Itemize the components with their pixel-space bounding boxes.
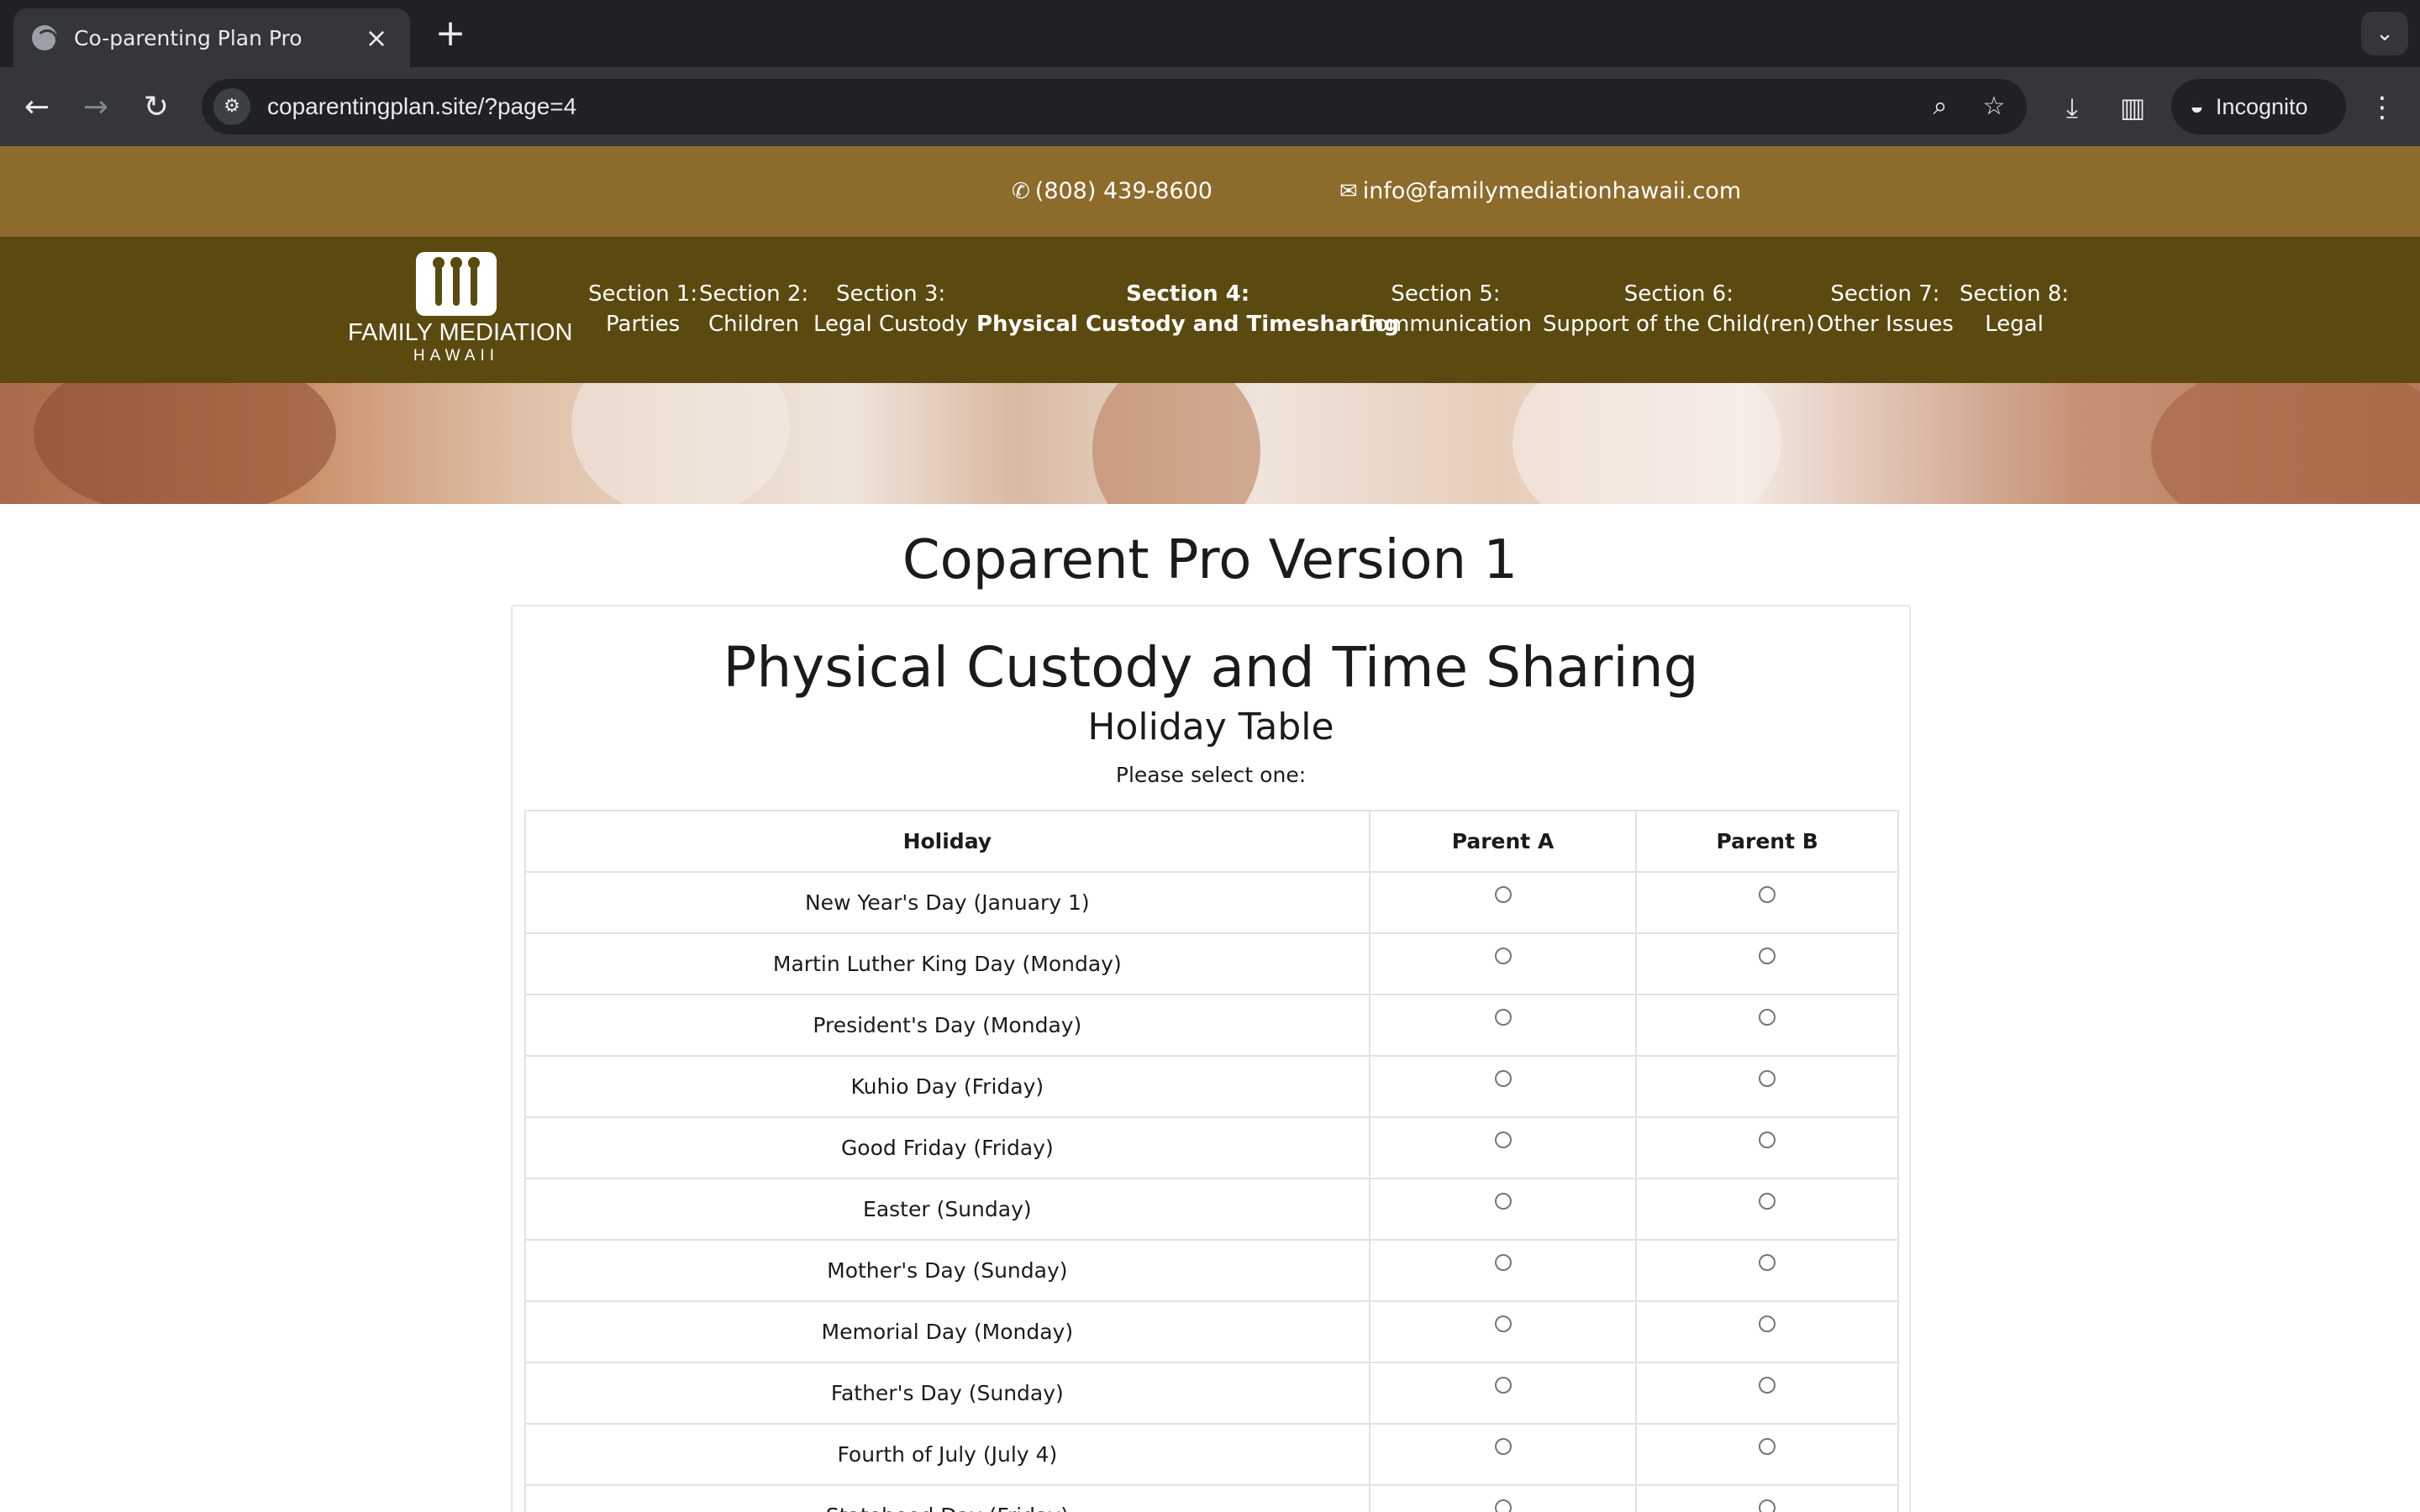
- parent-a-radio[interactable]: [1494, 1193, 1512, 1210]
- contact-bar: ✆ (808) 439-8600 ✉ info@familymediationh…: [0, 146, 2420, 237]
- holiday-name: Memorial Day (Monday): [524, 1300, 1370, 1363]
- phone-icon: ✆: [1012, 178, 1030, 204]
- table-row: Martin Luther King Day (Monday): [524, 932, 1899, 995]
- back-icon[interactable]: ←: [13, 84, 60, 131]
- section-title: Physical Custody and Time Sharing: [723, 635, 1699, 700]
- table-row: Good Friday (Friday): [524, 1116, 1899, 1179]
- nav-section-5[interactable]: Section 5: Communication: [1360, 279, 1532, 339]
- holiday-name: Fourth of July (July 4): [524, 1423, 1370, 1486]
- parent-b-radio[interactable]: [1759, 1315, 1776, 1332]
- parent-b-radio[interactable]: [1759, 948, 1776, 964]
- header-parent-b: Parent B: [1635, 810, 1899, 873]
- site-info-icon[interactable]: ⚙: [213, 88, 250, 125]
- parent-a-radio[interactable]: [1494, 1254, 1512, 1271]
- nav-section-1[interactable]: Section 1: Parties: [588, 279, 697, 339]
- header-holiday: Holiday: [524, 810, 1370, 873]
- holiday-table: Holiday Parent A Parent B New Year's Day…: [524, 810, 1899, 1512]
- incognito-label: Incognito: [2215, 93, 2308, 119]
- logo[interactable]: FAMILY MEDIATION HAWAII: [348, 252, 573, 370]
- logo-line2: HAWAII: [413, 347, 500, 365]
- browser-tabstrip: Co-parenting Plan Pro × + ⌄: [0, 0, 2420, 67]
- phone-link[interactable]: ✆ (808) 439-8600: [1012, 178, 1213, 204]
- incognito-button[interactable]: ◒ Incognito: [2171, 79, 2346, 134]
- kebab-menu-icon[interactable]: ⋮: [2361, 84, 2403, 131]
- email-text: info@familymediationhawaii.com: [1362, 178, 1742, 204]
- holiday-name: Mother's Day (Sunday): [524, 1239, 1370, 1302]
- parent-a-radio[interactable]: [1494, 1131, 1512, 1148]
- holiday-name: President's Day (Monday): [524, 994, 1370, 1057]
- parent-a-radio[interactable]: [1494, 886, 1512, 903]
- nav-section-6[interactable]: Section 6: Support of the Child(ren): [1543, 279, 1815, 339]
- tab-title: Co-parenting Plan Pro: [74, 25, 302, 50]
- star-icon[interactable]: ☆: [1973, 86, 2015, 128]
- table-row: Easter (Sunday): [524, 1178, 1899, 1241]
- envelope-icon: ✉: [1339, 178, 1358, 204]
- holiday-name: Father's Day (Sunday): [524, 1362, 1370, 1425]
- parent-a-radio[interactable]: [1494, 1438, 1512, 1455]
- sidepanel-icon[interactable]: ▥: [2109, 84, 2156, 131]
- parent-b-radio[interactable]: [1759, 1499, 1776, 1512]
- table-subtitle: Holiday Table: [1087, 706, 1334, 748]
- holiday-form-card: Physical Custody and Time Sharing Holida…: [511, 605, 1911, 1512]
- nav-section-2[interactable]: Section 2: Children: [699, 279, 808, 339]
- download-icon[interactable]: ⤓: [2049, 84, 2096, 131]
- parent-a-radio[interactable]: [1494, 1009, 1512, 1026]
- phone-text: (808) 439-8600: [1034, 178, 1213, 204]
- parent-a-radio[interactable]: [1494, 1070, 1512, 1087]
- email-link[interactable]: ✉ info@familymediationhawaii.com: [1339, 178, 1741, 204]
- address-bar[interactable]: ⚙ coparentingplan.site/?page=4 ⌕ ☆: [202, 79, 2027, 134]
- hero-banner-image: [0, 383, 2420, 504]
- parent-b-radio[interactable]: [1759, 1377, 1776, 1394]
- holiday-name: Easter (Sunday): [524, 1178, 1370, 1241]
- family-logo-icon: [416, 252, 497, 316]
- table-row: Kuhio Day (Friday): [524, 1055, 1899, 1118]
- table-row: New Year's Day (January 1): [524, 871, 1899, 934]
- parent-b-radio[interactable]: [1759, 1254, 1776, 1271]
- parent-b-radio[interactable]: [1759, 1193, 1776, 1210]
- parent-a-radio[interactable]: [1494, 1377, 1512, 1394]
- holiday-name: Kuhio Day (Friday): [524, 1055, 1370, 1118]
- nav-section-4[interactable]: Section 4: Physical Custody and Timeshari…: [976, 279, 1399, 339]
- table-row: President's Day (Monday): [524, 994, 1899, 1057]
- close-icon[interactable]: ×: [361, 22, 392, 54]
- nav-section-8[interactable]: Section 8: Legal: [1960, 279, 2069, 339]
- holiday-name: New Year's Day (January 1): [524, 871, 1370, 934]
- parent-b-radio[interactable]: [1759, 886, 1776, 903]
- nav-section-7[interactable]: Section 7: Other Issues: [1817, 279, 1954, 339]
- plus-icon[interactable]: +: [429, 12, 472, 55]
- holiday-name: Statehood Day (Friday): [524, 1484, 1370, 1512]
- parent-b-radio[interactable]: [1759, 1070, 1776, 1087]
- holiday-name: Good Friday (Friday): [524, 1116, 1370, 1179]
- chevron-down-icon[interactable]: ⌄: [2361, 12, 2408, 55]
- table-row: Statehood Day (Friday): [524, 1484, 1899, 1512]
- table-row: Memorial Day (Monday): [524, 1300, 1899, 1363]
- parent-b-radio[interactable]: [1759, 1009, 1776, 1026]
- parent-b-radio[interactable]: [1759, 1438, 1776, 1455]
- header-parent-a: Parent A: [1368, 810, 1638, 873]
- browser-tab[interactable]: Co-parenting Plan Pro ×: [13, 8, 410, 67]
- browser-toolbar: ← → ↻ ⚙ coparentingplan.site/?page=4 ⌕ ☆…: [0, 67, 2420, 146]
- table-row: Fourth of July (July 4): [524, 1423, 1899, 1486]
- table-row: Mother's Day (Sunday): [524, 1239, 1899, 1302]
- parent-a-radio[interactable]: [1494, 948, 1512, 964]
- reload-icon[interactable]: ↻: [133, 84, 180, 131]
- instruction-text: Please select one:: [1115, 763, 1307, 787]
- forward-icon[interactable]: →: [72, 84, 119, 131]
- parent-a-radio[interactable]: [1494, 1499, 1512, 1512]
- main-nav: FAMILY MEDIATION HAWAII Section 1: Partie…: [0, 237, 2420, 383]
- incognito-icon: ◒: [2190, 93, 2204, 119]
- parent-a-radio[interactable]: [1494, 1315, 1512, 1332]
- table-row: Father's Day (Sunday): [524, 1362, 1899, 1425]
- zoom-icon[interactable]: ⌕: [1919, 86, 1961, 128]
- parent-b-radio[interactable]: [1759, 1131, 1776, 1148]
- table-header-row: Holiday Parent A Parent B: [524, 810, 1899, 873]
- nav-section-3[interactable]: Section 3: Legal Custody: [813, 279, 968, 339]
- url-text[interactable]: coparentingplan.site/?page=4: [267, 93, 1919, 120]
- holiday-name: Martin Luther King Day (Monday): [524, 932, 1370, 995]
- logo-line1: FAMILY MEDIATION: [348, 319, 573, 346]
- globe-icon: [32, 25, 58, 51]
- page-title: Coparent Pro Version 1: [902, 529, 1518, 591]
